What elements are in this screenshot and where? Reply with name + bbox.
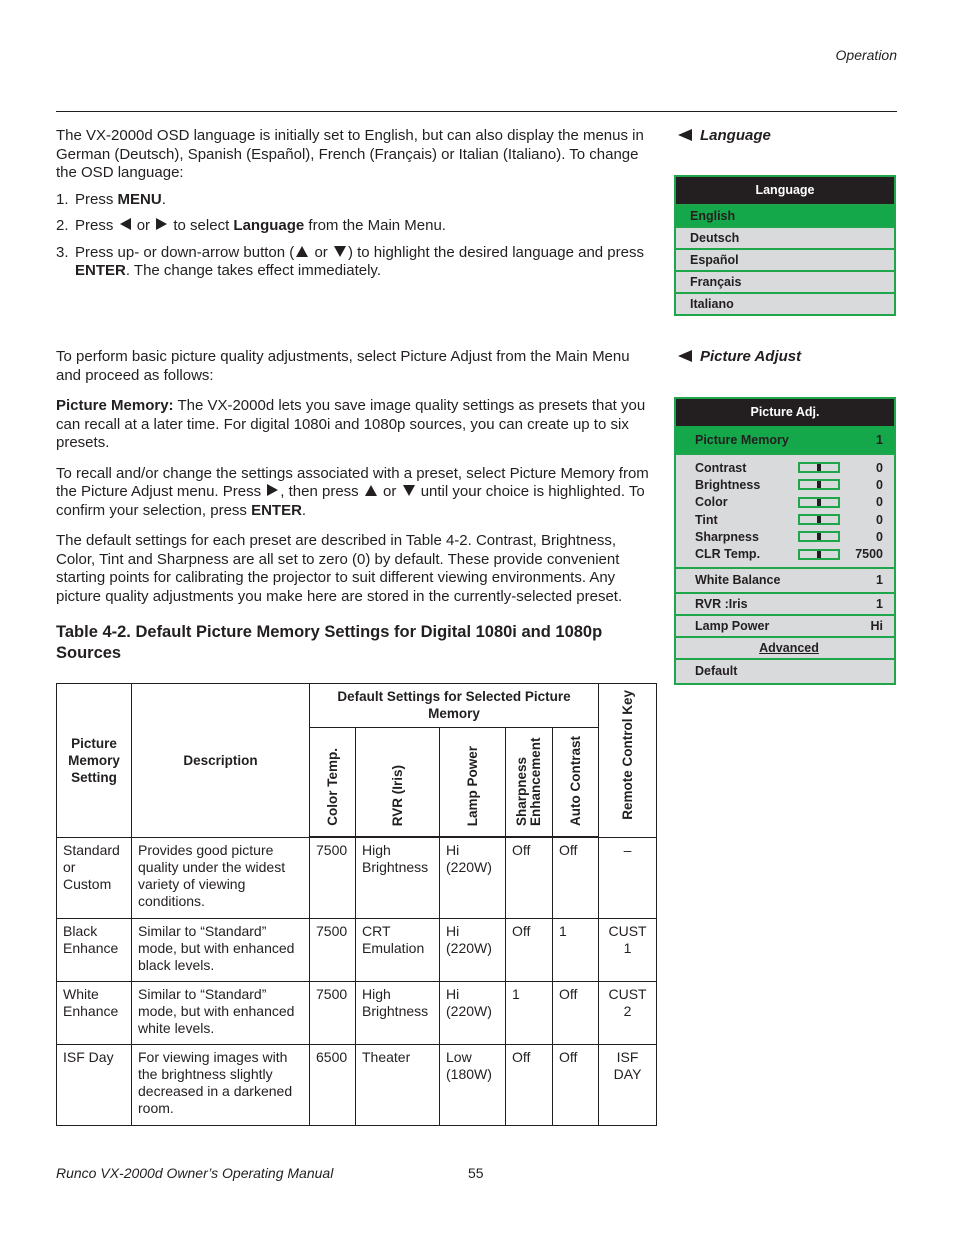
picture-adj-menu-title: Picture Adj.	[676, 399, 894, 426]
step-3: 3. Press up- or down-arrow button ( or )…	[56, 243, 644, 280]
left-arrow-icon	[119, 218, 131, 230]
language-option-deutsch[interactable]: Deutsch	[676, 226, 894, 248]
header-color-temp: Color Temp.	[309, 727, 356, 838]
picture-memory-paragraph: Picture Memory: The VX-2000d lets you sa…	[56, 397, 646, 451]
picture-adjust-intro: To perform basic picture quality adjustm…	[56, 348, 630, 384]
language-option-italiano[interactable]: Italiano	[676, 292, 894, 314]
defaults-paragraph: The default settings for each preset are…	[56, 532, 623, 605]
slider-track[interactable]	[798, 496, 840, 508]
slider-clr-temp[interactable]: CLR Temp. 7500	[695, 545, 883, 562]
slider-contrast[interactable]: Contrast 0	[695, 459, 883, 476]
picture-adj-osd-menu: Picture Adj. Picture Memory 1 Contrast 0 …	[674, 397, 896, 685]
section-marker-icon	[678, 350, 692, 362]
header-auto-contrast: Auto Contrast	[551, 727, 600, 838]
slider-knob[interactable]	[817, 481, 821, 489]
step-2: 2. Press or to select Language from the …	[56, 217, 446, 234]
language-option-english[interactable]: English	[676, 204, 894, 226]
slider-brightness[interactable]: Brightness 0	[695, 476, 883, 493]
slider-knob[interactable]	[817, 516, 821, 524]
right-arrow-icon	[156, 218, 168, 230]
slider-knob[interactable]	[817, 550, 821, 558]
table-row: White Enhance Similar to “Standard” mode…	[56, 980, 658, 1045]
right-arrow-icon	[267, 484, 279, 496]
language-osd-menu: Language English Deutsch Español Françai…	[674, 175, 896, 316]
table-caption: Table 4-2. Default Picture Memory Settin…	[56, 623, 603, 662]
picture-adjust-heading: Picture Adjust	[678, 348, 801, 365]
menu-item-white-balance[interactable]: White Balance 1	[676, 566, 894, 592]
down-arrow-icon	[333, 245, 346, 257]
up-arrow-icon	[364, 485, 377, 496]
footer-page-number: 55	[468, 1165, 484, 1181]
slider-track[interactable]	[798, 548, 840, 560]
footer-manual-title: Runco VX-2000d Owner’s Operating Manual	[56, 1165, 334, 1181]
language-option-espanol[interactable]: Español	[676, 248, 894, 270]
language-menu-title: Language	[676, 177, 894, 204]
header-rule	[56, 111, 897, 112]
header-rvr-iris: RVR (Iris)	[355, 727, 440, 838]
slider-color[interactable]: Color 0	[695, 494, 883, 511]
language-heading: Language	[678, 127, 771, 144]
header-lamp-power: Lamp Power	[439, 727, 506, 838]
slider-sharpness[interactable]: Sharpness 0	[695, 528, 883, 545]
language-steps: 1. Press MENU. 2. Press or to select Lan…	[56, 191, 656, 281]
step-1: 1. Press MENU.	[56, 190, 166, 208]
header-default-settings-group: Default Settings for Selected Picture Me…	[308, 683, 600, 728]
menu-item-default[interactable]: Default	[676, 657, 894, 683]
slider-knob[interactable]	[817, 533, 821, 541]
language-option-francais[interactable]: Français	[676, 270, 894, 292]
language-body: The VX-2000d OSD language is initially s…	[56, 127, 656, 281]
slider-track[interactable]	[798, 462, 840, 474]
language-intro: The VX-2000d OSD language is initially s…	[56, 127, 644, 181]
recall-paragraph: To recall and/or change the settings ass…	[56, 464, 649, 519]
slider-track[interactable]	[798, 531, 840, 543]
header-description: Description	[131, 683, 310, 838]
slider-knob[interactable]	[817, 464, 821, 472]
section-marker-icon	[678, 129, 692, 141]
table-row: Standard or Custom Provides good picture…	[56, 836, 658, 919]
running-header-section: Operation	[835, 47, 897, 63]
table-row: ISF Day For viewing images with the brig…	[56, 1043, 658, 1126]
picture-adjust-body: To perform basic picture quality adjustm…	[56, 348, 656, 606]
down-arrow-icon	[402, 485, 415, 496]
slider-knob[interactable]	[817, 498, 821, 506]
menu-item-advanced[interactable]: Advanced	[676, 635, 894, 658]
up-arrow-icon	[296, 245, 309, 257]
slider-tint[interactable]: Tint 0	[695, 511, 883, 528]
slider-track[interactable]	[798, 514, 840, 526]
table-row: Black Enhance Similar to “Standard” mode…	[56, 917, 658, 982]
menu-item-lamp-power[interactable]: Lamp Power Hi	[676, 613, 894, 636]
slider-track[interactable]	[798, 479, 840, 491]
slider-group: Contrast 0 Brightness 0 Color 0 Tint 0 Sharp…	[676, 453, 894, 567]
header-sharpness-enhancement: Sharpness Enhancement	[505, 727, 553, 838]
picture-memory-table: Picture Memory Setting Description Defau…	[56, 683, 658, 1126]
header-remote-control-key: Remote Control Key	[598, 683, 658, 838]
menu-item-rvr-iris[interactable]: RVR :Iris 1	[676, 591, 894, 614]
header-picture-memory-setting: Picture Memory Setting	[56, 683, 132, 838]
menu-item-picture-memory[interactable]: Picture Memory 1	[676, 426, 894, 453]
